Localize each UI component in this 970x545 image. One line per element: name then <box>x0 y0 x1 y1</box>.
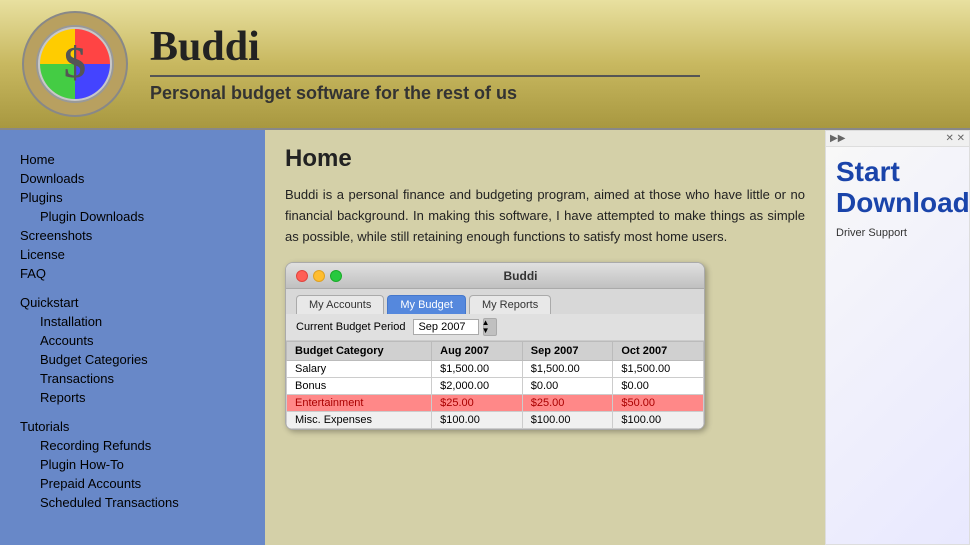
sidebar-item-reports[interactable]: Reports <box>0 388 265 407</box>
ad-header-right: ✕ ✕ <box>945 133 965 144</box>
app-window-title: Buddi <box>347 269 694 283</box>
page-header: $ Buddi Personal budget software for the… <box>0 0 970 130</box>
app-screenshot: Buddi My Accounts My Budget My Reports C… <box>285 262 705 430</box>
col-category: Budget Category <box>287 342 432 361</box>
table-row: Bonus $2,000.00 $0.00 $0.00 <box>287 378 704 395</box>
minimize-button-icon[interactable] <box>313 270 325 282</box>
sidebar-item-installation[interactable]: Installation <box>0 312 265 331</box>
period-value: Sep 2007 <box>418 321 465 333</box>
ad-header: ▶▶ ✕ ✕ <box>826 131 969 147</box>
ad-panel: ▶▶ ✕ ✕ StartDownload Driver Support Driv… <box>825 130 970 545</box>
sidebar-item-tutorials[interactable]: Tutorials <box>0 417 265 436</box>
ad-header-left: ▶▶ <box>830 133 845 144</box>
table-row: Entertainment $25.00 $25.00 $50.00 <box>287 395 704 412</box>
sidebar: Home Downloads Plugins Plugin Downloads … <box>0 130 265 545</box>
col-oct: Oct 2007 <box>613 342 704 361</box>
site-subtitle: Personal budget software for the rest of… <box>150 83 700 104</box>
tab-my-reports[interactable]: My Reports <box>469 295 551 314</box>
table-row: Misc. Expenses $100.00 $100.00 $100.00 <box>287 412 704 429</box>
col-aug: Aug 2007 <box>432 342 523 361</box>
sidebar-item-downloads[interactable]: Downloads <box>0 169 265 188</box>
sidebar-item-quickstart[interactable]: Quickstart <box>0 293 265 312</box>
main-content: Home Buddi is a personal finance and bud… <box>265 130 825 545</box>
sidebar-item-license[interactable]: License <box>0 245 265 264</box>
app-titlebar: Buddi <box>286 263 704 289</box>
site-title: Buddi <box>150 24 700 76</box>
sidebar-item-prepaid-accounts[interactable]: Prepaid Accounts <box>0 474 265 493</box>
budget-table: Budget Category Aug 2007 Sep 2007 Oct 20… <box>286 341 704 429</box>
ad-sub-text: Driver Support <box>836 227 907 239</box>
intro-text: Buddi is a personal finance and budgetin… <box>285 185 805 247</box>
sidebar-item-accounts[interactable]: Accounts <box>0 331 265 350</box>
col-sep: Sep 2007 <box>522 342 613 361</box>
sidebar-item-screenshots[interactable]: Screenshots <box>0 226 265 245</box>
tab-my-budget[interactable]: My Budget <box>387 295 466 314</box>
table-row: Salary $1,500.00 $1,500.00 $1,500.00 <box>287 361 704 378</box>
maximize-button-icon[interactable] <box>330 270 342 282</box>
ad-content[interactable]: StartDownload Driver Support Driver Su..… <box>826 147 969 545</box>
sidebar-item-faq[interactable]: FAQ <box>0 264 265 283</box>
sidebar-item-budget-categories[interactable]: Budget Categories <box>0 350 265 369</box>
period-select[interactable]: Sep 2007 <box>413 319 478 335</box>
sidebar-item-plugin-how-to[interactable]: Plugin How-To <box>0 455 265 474</box>
svg-text:$: $ <box>64 38 86 87</box>
sidebar-item-home[interactable]: Home <box>0 150 265 169</box>
tab-my-accounts[interactable]: My Accounts <box>296 295 384 314</box>
sidebar-item-plugins[interactable]: Plugins <box>0 188 265 207</box>
page-layout: Home Downloads Plugins Plugin Downloads … <box>0 130 970 545</box>
ad-big-text: StartDownload <box>836 157 970 219</box>
period-label: Current Budget Period <box>296 321 405 333</box>
app-tab-bar: My Accounts My Budget My Reports <box>286 289 704 314</box>
sidebar-item-plugin-downloads[interactable]: Plugin Downloads <box>0 207 265 226</box>
page-heading: Home <box>285 145 805 173</box>
close-button-icon[interactable] <box>296 270 308 282</box>
sidebar-item-scheduled-transactions[interactable]: Scheduled Transactions <box>0 493 265 512</box>
period-row: Current Budget Period Sep 2007 ▲ ▼ <box>286 314 704 341</box>
sidebar-item-transactions[interactable]: Transactions <box>0 369 265 388</box>
sidebar-item-recording-refunds[interactable]: Recording Refunds <box>0 436 265 455</box>
buddi-logo: $ <box>20 9 130 119</box>
period-stepper[interactable]: ▲ ▼ <box>483 318 497 336</box>
header-text-block: Buddi Personal budget software for the r… <box>150 24 700 103</box>
